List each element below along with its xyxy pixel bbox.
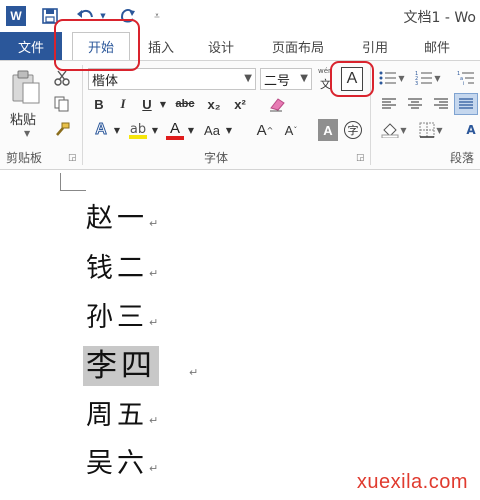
tab-insert[interactable]: 插入 — [138, 32, 184, 60]
paste-icon[interactable] — [10, 69, 42, 107]
tab-file[interactable]: 文件 — [0, 32, 62, 60]
borders-icon[interactable]: ▼ — [416, 119, 446, 141]
shading-icon[interactable]: ▼ — [378, 119, 410, 141]
font-size-dropdown-icon[interactable]: ▼ — [300, 73, 308, 84]
paragraph-mark-icon: ↵ — [149, 267, 159, 280]
highlight-color-button[interactable]: ab — [126, 119, 150, 141]
text-effects-dropdown-icon[interactable]: ▼ — [112, 119, 122, 141]
svg-text:i: i — [463, 81, 464, 86]
multilevel-list-icon[interactable]: 1ai — [452, 67, 480, 89]
tab-design[interactable]: 设计 — [198, 32, 244, 60]
change-case-dropdown-icon[interactable]: ▼ — [224, 119, 234, 141]
format-painter-icon[interactable] — [50, 119, 74, 141]
tab-mailings[interactable]: 邮件 — [414, 32, 460, 60]
page-margin-marker — [60, 173, 86, 191]
ribbon-home: 粘贴 ▼ 剪贴板 ◲ 楷体 ▼ 二号 ▼ wén 文 A B I U ▼ abc… — [0, 60, 480, 170]
superscript-button[interactable]: x² — [230, 93, 250, 115]
grow-font-button[interactable]: A ^ — [254, 119, 276, 141]
text-effects-button[interactable]: A — [90, 119, 112, 141]
document-line[interactable]: 周五↵ — [86, 393, 158, 432]
numbering-icon[interactable]: 1 2 3 ▼ — [414, 67, 442, 89]
line-text: 赵一 — [86, 203, 148, 234]
font-color-dropdown-icon[interactable]: ▼ — [186, 119, 196, 141]
highlight-color-bar — [129, 134, 147, 139]
sort-icon[interactable]: A — [462, 119, 480, 141]
character-shading-glyph: A — [323, 122, 333, 138]
center-icon[interactable] — [404, 93, 426, 115]
divider — [82, 65, 83, 165]
shrink-font-glyph: A — [284, 122, 294, 138]
align-left-icon[interactable] — [378, 93, 400, 115]
highlight-dropdown-icon[interactable]: ▼ — [150, 119, 160, 141]
underline-dropdown-icon[interactable]: ▼ — [158, 93, 168, 115]
font-color-glyph: A — [169, 119, 180, 137]
line-text: 周五 — [86, 400, 148, 431]
word-app-icon[interactable]: W — [6, 6, 26, 26]
customize-qat-icon[interactable]: ⩡ — [150, 6, 164, 26]
justify-icon[interactable] — [454, 93, 478, 115]
document-title: 文档1 - Wo — [403, 10, 476, 26]
document-line[interactable]: 赵一↵ — [86, 196, 158, 235]
document-line[interactable]: 孙三↵ — [86, 295, 158, 334]
home-tab-callout — [54, 19, 140, 71]
enclose-characters-button[interactable]: 字 — [342, 119, 364, 141]
shrink-font-button[interactable]: Aˇ — [280, 119, 302, 141]
watermark: xuexila.com — [356, 471, 468, 493]
paragraph-group-label: 段落 — [450, 151, 475, 165]
shrink-font-caret-icon: ˇ — [293, 125, 298, 135]
tab-page-layout[interactable]: 页面布局 — [262, 32, 334, 60]
document-line-selected[interactable]: 李四 ↵ — [83, 340, 199, 386]
font-size-value: 二号 — [264, 73, 291, 89]
font-name-value: 楷体 — [92, 73, 119, 89]
italic-button[interactable]: I — [114, 93, 132, 115]
grow-font-glyph: A — [256, 121, 267, 139]
clipboard-group-label: 剪贴板 — [6, 151, 43, 165]
bold-button[interactable]: B — [90, 93, 108, 115]
text-effects-glyph: A — [95, 121, 108, 139]
subscript-button[interactable]: x₂ — [204, 93, 224, 115]
copy-icon[interactable] — [50, 93, 74, 115]
font-group-label: 字体 — [204, 151, 229, 165]
character-border-callout — [330, 61, 374, 97]
paragraph-mark-icon: ↵ — [189, 366, 199, 379]
paste-dropdown-icon[interactable]: ▼ — [24, 129, 30, 138]
clear-formatting-icon[interactable] — [266, 93, 288, 115]
paragraph-mark-icon: ↵ — [149, 316, 159, 329]
enclose-characters-glyph: 字 — [344, 121, 362, 139]
grow-font-caret-icon: ^ — [266, 125, 274, 135]
font-color-bar — [166, 135, 184, 140]
character-shading-button[interactable]: A — [318, 119, 338, 141]
line-text: 钱二 — [86, 253, 148, 284]
line-text: 孙三 — [86, 302, 148, 333]
font-launcher-icon[interactable]: ◲ — [356, 153, 365, 163]
document-canvas[interactable] — [0, 171, 480, 500]
strikethrough-button[interactable]: abc — [172, 93, 198, 115]
document-line[interactable]: 吴六↵ — [86, 441, 158, 480]
selected-text: 李四 — [83, 346, 159, 386]
font-name-combo[interactable]: 楷体 ▼ — [88, 68, 256, 90]
line-text: 吴六 — [86, 448, 148, 479]
paste-button-label[interactable]: 粘贴 — [10, 109, 36, 128]
align-right-icon[interactable] — [430, 93, 452, 115]
clipboard-launcher-icon[interactable]: ◲ — [68, 153, 77, 163]
document-line[interactable]: 钱二↵ — [86, 246, 158, 285]
paragraph-mark-icon: ↵ — [149, 462, 159, 475]
bullets-icon[interactable]: ▼ — [378, 67, 406, 89]
font-name-dropdown-icon[interactable]: ▼ — [244, 73, 252, 84]
font-size-combo[interactable]: 二号 ▼ — [260, 68, 312, 90]
paragraph-mark-icon: ↵ — [149, 414, 159, 427]
svg-text:3: 3 — [415, 81, 418, 86]
underline-button[interactable]: U — [138, 93, 156, 115]
change-case-button[interactable]: Aa — [200, 119, 224, 141]
tab-references[interactable]: 引用 — [352, 32, 398, 60]
font-color-button[interactable]: A — [164, 119, 186, 141]
paragraph-mark-icon: ↵ — [149, 217, 159, 230]
